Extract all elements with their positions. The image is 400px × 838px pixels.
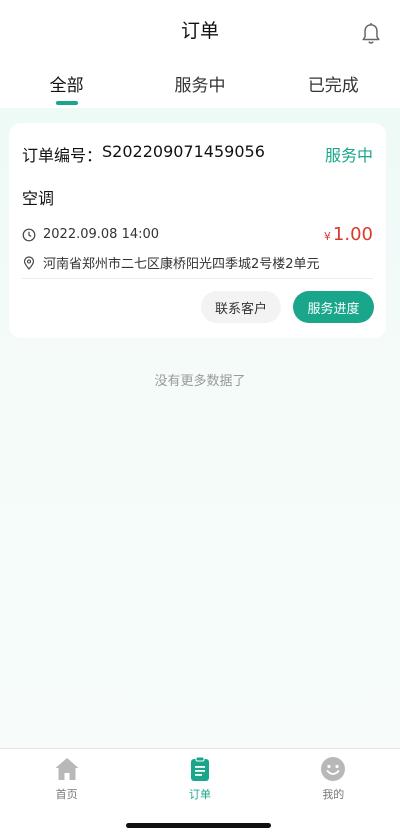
order-price: ¥ 1.00	[324, 224, 373, 245]
tabbar-label: 首页	[55, 788, 78, 801]
service-address: 河南省郑州市二七区康桥阳光四季城2号楼2单元	[22, 253, 320, 272]
tab-label: 已完成	[307, 75, 359, 96]
page-title: 订单	[180, 19, 219, 42]
price-amount: 1.00	[332, 224, 373, 245]
tab-label: 服务中	[174, 75, 226, 96]
service-name: 空调	[22, 189, 55, 208]
tabbar-label: 我的	[322, 788, 345, 801]
appointment-time: 2022.09.08 14:00	[22, 227, 159, 242]
order-number-label: 订单编号：	[22, 146, 103, 165]
status-badge: 服务中	[324, 146, 373, 165]
order-number-value: S202209071459056	[102, 142, 265, 161]
no-more-data-text: 没有更多数据了	[154, 374, 246, 389]
clock-icon	[22, 228, 36, 241]
smile-icon	[321, 757, 346, 781]
address-text: 河南省郑州市二七区康桥阳光四季城2号楼2单元	[43, 257, 320, 272]
order-tabs: 全部 服务中 已完成	[0, 58, 400, 108]
tab-active-indicator	[55, 101, 78, 105]
bell-icon[interactable]	[360, 22, 382, 46]
order-card[interactable]: 订单编号： S202209071459056 服务中 空调 2022.09.08…	[9, 123, 386, 338]
tabbar-item-home[interactable]: 首页	[0, 749, 133, 838]
tabbar-item-mine[interactable]: 我的	[267, 749, 400, 838]
order-list[interactable]: 订单编号： S202209071459056 服务中 空调 2022.09.08…	[0, 108, 400, 748]
tabbar-label: 订单	[188, 788, 211, 801]
tab-completed[interactable]: 已完成	[267, 58, 400, 108]
location-pin-icon	[23, 255, 35, 270]
home-indicator[interactable]	[126, 823, 271, 828]
contact-customer-button[interactable]: 联系客户	[201, 291, 281, 323]
order-number: 订单编号： S202209071459056	[22, 142, 265, 166]
tab-label: 全部	[49, 75, 84, 96]
service-progress-button[interactable]: 服务进度	[293, 291, 374, 323]
app-header: 订单	[0, 0, 400, 58]
tab-all[interactable]: 全部	[0, 58, 133, 108]
tab-in-service[interactable]: 服务中	[133, 58, 266, 108]
currency-symbol: ¥	[323, 230, 331, 243]
home-icon	[55, 758, 79, 780]
time-text: 2022.09.08 14:00	[43, 227, 160, 242]
card-divider	[22, 278, 373, 279]
order-icon	[190, 756, 209, 781]
